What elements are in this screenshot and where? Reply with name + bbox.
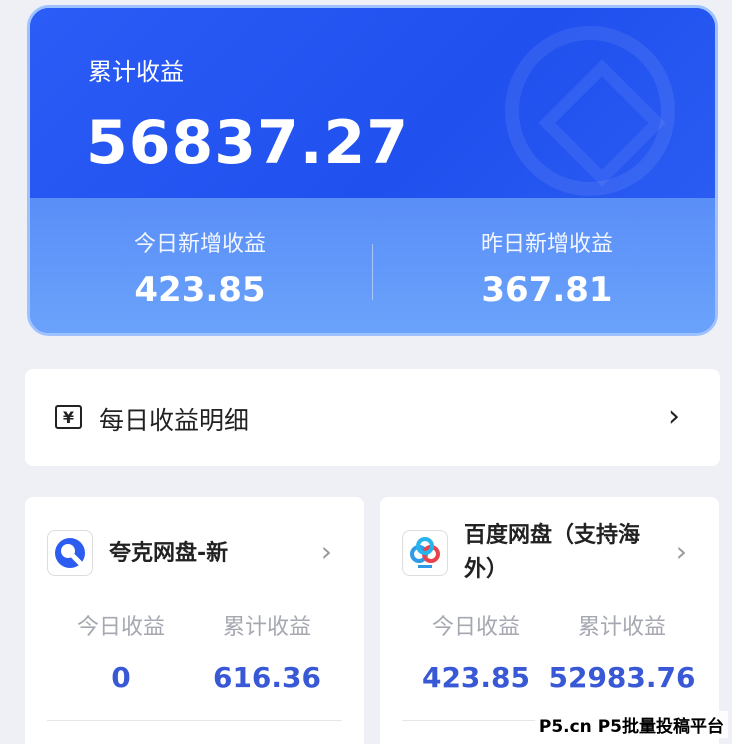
app-today-label: 今日收益 <box>431 615 520 640</box>
watermark-text: P5.cn P5批量投稿平台 <box>534 711 728 738</box>
app-total-label: 累计收益 <box>222 615 311 640</box>
app-today-earnings: 今日收益 423.85 <box>396 609 556 694</box>
baidu-netdisk-icon <box>402 530 448 576</box>
yesterday-earnings-stat: 昨日新增收益 367.81 <box>397 226 697 310</box>
app-today-value: 423.85 <box>421 661 531 694</box>
chevron-right-icon: › <box>320 535 332 568</box>
earnings-summary-card: 累计收益 56837.27 今日新增收益 423.85 昨日新增收益 367.8… <box>27 5 718 336</box>
app-today-earnings: 今日收益 0 <box>41 609 201 694</box>
app-name: 夸克网盘-新 <box>109 541 229 566</box>
yen-icon: ¥ <box>55 405 82 429</box>
app-name: 百度网盘（支持海外） <box>464 523 641 582</box>
app-card-baidu[interactable]: 百度网盘（支持海外） › 今日收益 423.85 累计收益 52983.76 <box>380 497 719 744</box>
app-total-label: 累计收益 <box>577 615 666 640</box>
chevron-right-icon: › <box>675 535 687 568</box>
summary-top-section: 累计收益 56837.27 <box>30 8 715 198</box>
app-total-value: 52983.76 <box>548 661 696 694</box>
daily-earnings-detail-link[interactable]: ¥ 每日收益明细 › <box>25 369 720 466</box>
total-earnings-value: 56837.27 <box>86 108 410 178</box>
quark-icon <box>47 530 93 576</box>
today-earnings-stat: 今日新增收益 423.85 <box>50 226 350 310</box>
app-card-quark[interactable]: 夸克网盘-新 › 今日收益 0 累计收益 616.36 <box>25 497 364 744</box>
app-today-value: 0 <box>111 661 131 694</box>
daily-earnings-detail-label: 每日收益明细 <box>99 406 250 435</box>
app-total-value: 616.36 <box>212 661 322 694</box>
app-total-earnings: 累计收益 52983.76 <box>542 609 702 694</box>
yesterday-earnings-label: 昨日新增收益 <box>480 232 613 257</box>
card-divider <box>47 720 342 721</box>
today-earnings-value: 423.85 <box>134 270 266 310</box>
total-earnings-label: 累计收益 <box>88 58 184 86</box>
app-today-label: 今日收益 <box>76 615 165 640</box>
stat-divider <box>372 244 373 300</box>
chevron-right-icon: › <box>668 399 680 434</box>
yesterday-earnings-value: 367.81 <box>481 270 613 310</box>
coin-decoration-icon <box>505 26 675 196</box>
app-total-earnings: 累计收益 616.36 <box>187 609 347 694</box>
today-earnings-label: 今日新增收益 <box>133 232 266 257</box>
